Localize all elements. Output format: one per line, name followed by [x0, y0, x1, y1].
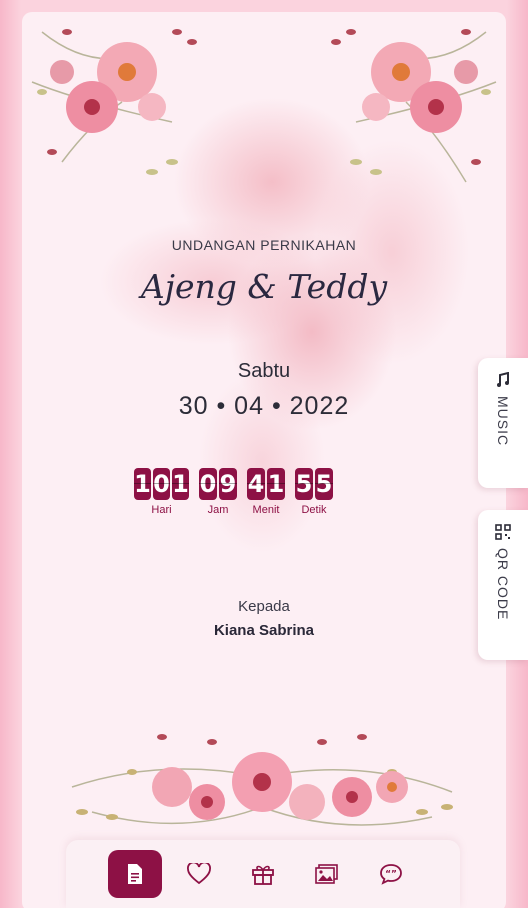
gift-icon [252, 865, 274, 885]
countdown-hours: 0 9 Jam [199, 468, 237, 516]
nav-gift-button[interactable] [236, 850, 290, 898]
music-toggle-tab[interactable]: MUSIC [478, 358, 528, 488]
nav-wishes-button[interactable]: “” [364, 850, 418, 898]
gallery-icon [315, 864, 338, 884]
countdown-digit: 9 [219, 468, 237, 500]
countdown-digit: 0 [153, 468, 170, 500]
floral-bottom-decoration [71, 734, 453, 826]
countdown-digit: 1 [267, 468, 285, 500]
recipient-label: Kepada [238, 598, 290, 615]
countdown-label: Hari [151, 504, 172, 516]
nav-invitation-button[interactable] [108, 850, 162, 898]
floral-top-left-decoration [31, 29, 197, 175]
countdown-digit: 1 [172, 468, 189, 500]
chat-quote-icon: “” [380, 864, 402, 885]
nav-gallery-button[interactable] [300, 850, 354, 898]
countdown-label: Menit [252, 504, 280, 516]
heart-icon [187, 863, 211, 885]
qr-tab-label: QR CODE [495, 548, 511, 621]
floral-top-right-decoration [331, 29, 497, 183]
countdown-digit: 4 [247, 468, 265, 500]
countdown-digit: 0 [199, 468, 217, 500]
qr-code-icon [495, 524, 511, 540]
wedding-date: 30 • 04 • 2022 [178, 392, 350, 420]
document-icon [128, 864, 142, 884]
couple-names: Ajeng & Teddy [140, 267, 388, 306]
countdown-digit: 5 [295, 468, 313, 500]
music-tab-label: MUSIC [495, 396, 511, 447]
countdown-digit: 5 [315, 468, 333, 500]
countdown-label: Detik [301, 504, 327, 516]
countdown-label: Jam [207, 504, 229, 516]
nav-couple-button[interactable] [172, 850, 226, 898]
invitation-subtitle: UNDANGAN PERNIKAHAN [171, 237, 357, 253]
music-note-icon [497, 372, 509, 387]
qr-code-tab[interactable]: QR CODE [478, 510, 528, 660]
countdown-minutes: 4 1 Menit [247, 468, 285, 516]
recipient-name: Kiana Sabrina [213, 622, 315, 639]
countdown-seconds: 5 5 Detik [295, 468, 333, 516]
countdown-digit: 1 [134, 468, 151, 500]
countdown-timer: 1 0 1 Hari 0 9 Jam 4 1 Menit 5 5 Detik [134, 468, 333, 516]
invitation-card: UNDANGAN PERNIKAHAN Ajeng & Teddy Sabtu … [22, 12, 506, 908]
svg-text:“”: “” [385, 870, 397, 880]
wedding-day: Sabtu [237, 360, 291, 382]
countdown-days: 1 0 1 Hari [134, 468, 189, 516]
bottom-navigation: “” [66, 840, 460, 908]
